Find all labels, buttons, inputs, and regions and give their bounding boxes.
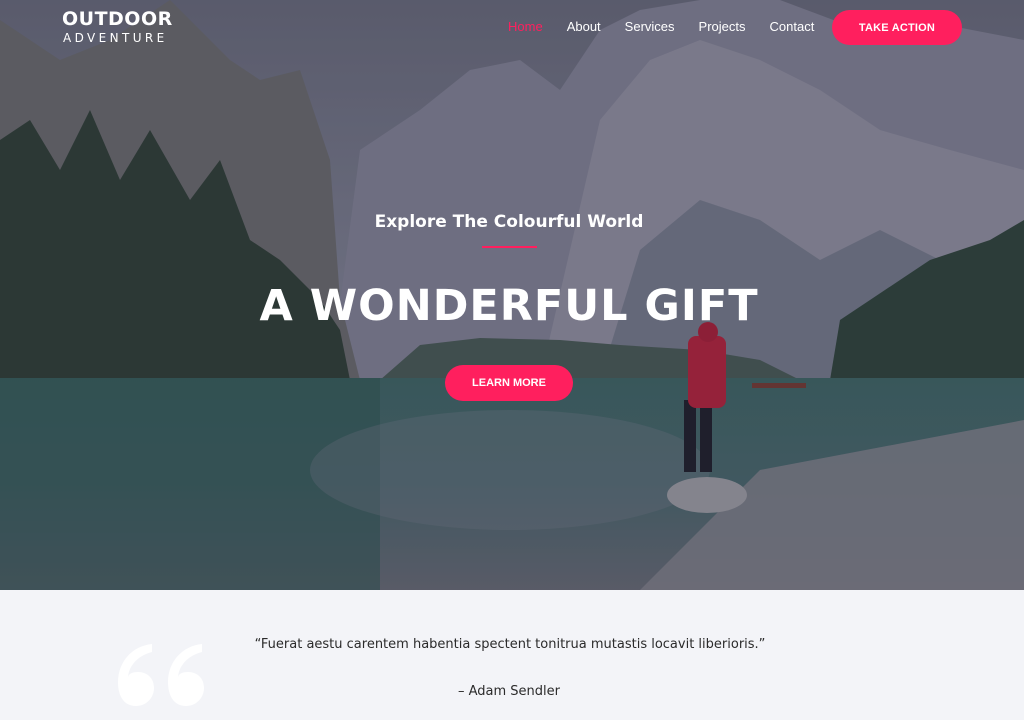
logo-line-2: ADVENTURE — [63, 31, 168, 45]
main-navigation: Home About Services Projects Contact — [508, 19, 838, 35]
site-logo[interactable]: OUTDOOR ADVENTURE — [62, 9, 173, 46]
nav-item-home[interactable]: Home — [508, 19, 543, 35]
logo-line-1: OUTDOOR — [62, 8, 173, 30]
nav-item-contact[interactable]: Contact — [770, 19, 815, 35]
hero-headline: A WONDERFUL GIFT — [259, 281, 759, 331]
hero-section: OUTDOOR ADVENTURE Home About Services Pr… — [0, 0, 1024, 590]
nav-item-about[interactable]: About — [567, 19, 601, 35]
learn-more-button[interactable]: LEARN MORE — [445, 365, 573, 401]
take-action-button[interactable]: TAKE ACTION — [832, 10, 962, 45]
subtitle-divider — [482, 246, 537, 248]
testimonial-quote: “Fuerat aestu carentem habentia spectent… — [254, 637, 766, 652]
hero-subtitle: Explore The Colourful World — [374, 212, 644, 232]
nav-item-services[interactable]: Services — [625, 19, 675, 35]
nav-item-projects[interactable]: Projects — [699, 19, 746, 35]
testimonial-author: – Adam Sendler — [457, 684, 560, 699]
